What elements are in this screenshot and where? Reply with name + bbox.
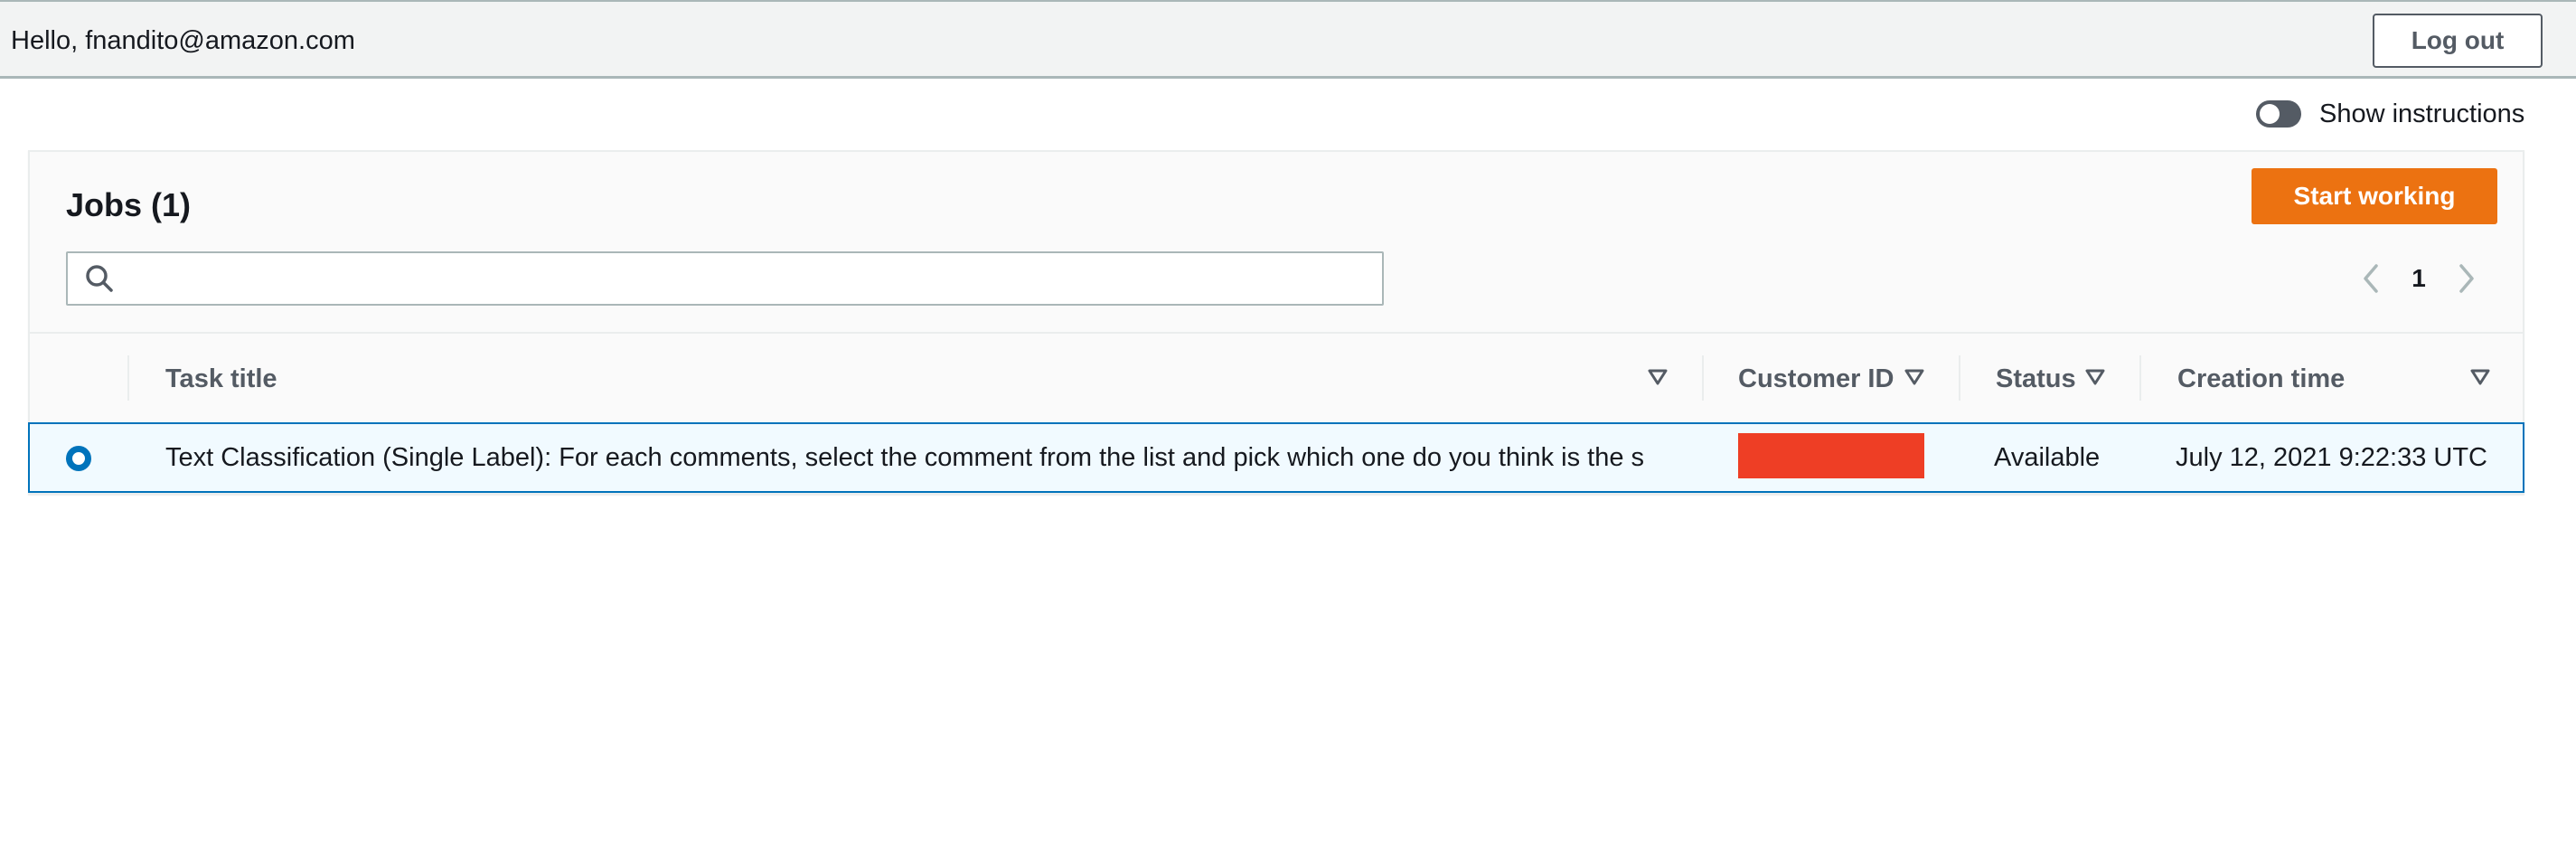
top-bar: Hello, fnandito@amazon.com Log out <box>0 0 2576 79</box>
column-header-creation-time[interactable]: Creation time <box>2177 334 2345 424</box>
search-icon <box>84 263 115 294</box>
column-header-customer-id[interactable]: Customer ID <box>1738 334 1894 424</box>
show-instructions-label: Show instructions <box>2319 99 2525 128</box>
toggle-switch[interactable] <box>2256 100 2301 128</box>
column-header-task-title[interactable]: Task title <box>165 334 277 424</box>
chevron-left-icon[interactable] <box>2353 260 2389 297</box>
search-box[interactable] <box>66 251 1384 306</box>
table-row[interactable]: Text Classification (Single Label): For … <box>28 422 2524 493</box>
sort-down-icon[interactable] <box>1648 368 1668 386</box>
column-divider <box>127 355 129 401</box>
search-input[interactable] <box>115 253 1382 304</box>
toggle-knob <box>2260 104 2280 124</box>
column-header-status[interactable]: Status <box>1996 334 2076 424</box>
chevron-right-icon[interactable] <box>2449 260 2485 297</box>
row-radio-button[interactable] <box>66 446 91 471</box>
sort-down-icon[interactable] <box>2085 368 2105 386</box>
redaction-box <box>1738 433 1924 478</box>
column-divider <box>1702 355 1704 401</box>
sort-down-icon[interactable] <box>1904 368 1924 386</box>
column-divider <box>1959 355 1960 401</box>
column-divider <box>2139 355 2141 401</box>
task-title-cell: Text Classification (Single Label): For … <box>165 442 1645 472</box>
page-number[interactable]: 1 <box>2389 264 2449 293</box>
jobs-title: Jobs (1) <box>66 186 192 223</box>
table-header: Task title Customer ID Status Creation t… <box>30 332 2523 422</box>
logout-button[interactable]: Log out <box>2373 14 2543 68</box>
show-instructions-toggle[interactable]: Show instructions <box>2256 97 2524 131</box>
sort-down-icon[interactable] <box>2470 368 2490 386</box>
creation-time-cell: July 12, 2021 9:22:33 UTC <box>2176 442 2487 472</box>
user-greeting: Hello, fnandito@amazon.com <box>11 26 355 55</box>
pagination: 1 <box>2353 260 2485 297</box>
jobs-panel: Jobs (1) Start working 1 Task title Cust… <box>28 150 2524 495</box>
status-cell: Available <box>1994 442 2101 472</box>
start-working-button[interactable]: Start working <box>2252 168 2497 224</box>
